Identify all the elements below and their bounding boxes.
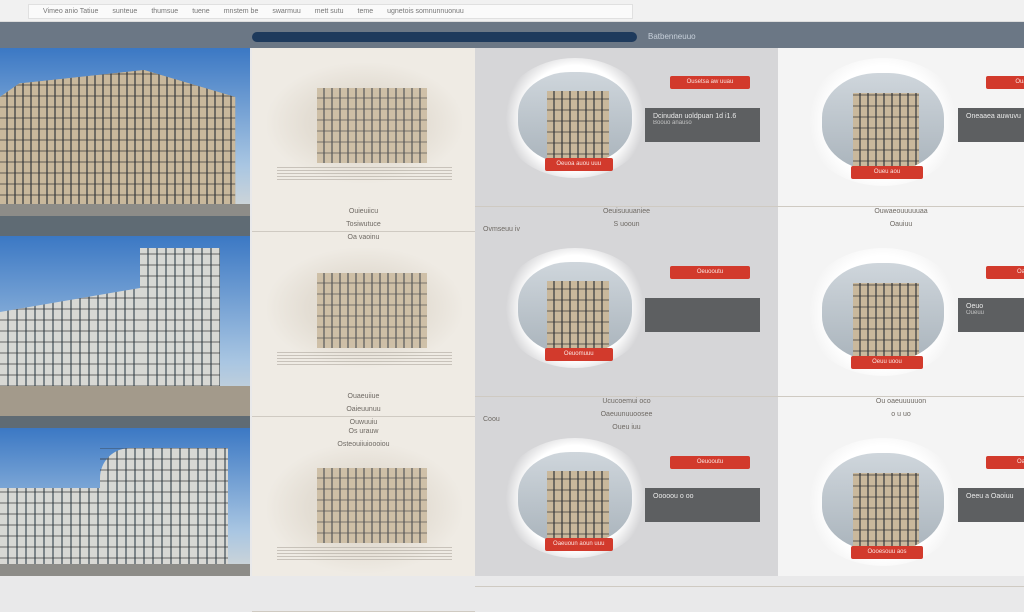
divider <box>475 586 778 587</box>
banner-title: Dcinudan uoldpuan 1d i1.6 <box>653 113 737 120</box>
banner-title: Oeuo <box>966 303 984 310</box>
caption: Os urauw <box>348 428 379 435</box>
building-icon <box>546 90 610 164</box>
listing-column-right: Ouaeuu Oneaaea auwuvu Oueu aou Ouwaeouuuuua… <box>778 48 1024 587</box>
info-banner[interactable]: Ooooou o oo <box>645 488 760 522</box>
tag-badge[interactable]: Oeuooutu <box>670 266 750 279</box>
info-banner[interactable]: Oeeu a Oaoiuu <box>958 488 1024 522</box>
building-icon <box>852 92 920 171</box>
progress-bar[interactable] <box>252 32 637 42</box>
building-photo[interactable] <box>0 428 250 576</box>
divider <box>252 231 475 232</box>
info-banner[interactable]: Dcinudan uoldpuan 1d i1.6 Boouo anauso <box>645 108 760 142</box>
caption: Oaieuunuu <box>346 406 381 413</box>
info-banner[interactable] <box>645 298 760 332</box>
photo-column <box>0 48 250 576</box>
tag-badge[interactable]: Oaeuu <box>986 456 1024 469</box>
price-badge[interactable]: Oeuu uoou <box>851 356 923 369</box>
side-label: Ovmseuu iv <box>483 226 520 233</box>
building-photo[interactable] <box>0 236 250 416</box>
divider <box>277 546 452 560</box>
divider <box>252 416 475 417</box>
menu-item[interactable]: swarmuu <box>272 8 300 15</box>
caption: Ucucoemui oco <box>602 398 651 405</box>
building-icon <box>317 273 427 348</box>
building-icon <box>317 88 427 163</box>
caption: Ouwaeouuuuuaa <box>874 208 928 215</box>
menu-item[interactable]: tuene <box>192 8 210 15</box>
price-badge[interactable]: Oeuomuuu <box>545 348 613 361</box>
building-photo[interactable] <box>0 48 250 216</box>
caption: Oueu iuu <box>612 424 641 431</box>
caption: Ouwuuiu <box>349 419 378 426</box>
image-frame <box>518 452 632 544</box>
tag-badge[interactable]: Ouaeuu <box>986 76 1024 89</box>
image-frame <box>518 72 632 164</box>
menu-item[interactable]: thumsue <box>151 8 178 15</box>
divider <box>475 206 778 207</box>
caption: Tosiwutuce <box>346 221 381 228</box>
image-frame <box>518 262 632 354</box>
banner-subtitle: Boouo anauso <box>653 120 692 126</box>
banner-title: Oeeu a Oaoiuu <box>966 493 1014 500</box>
building-icon <box>546 280 610 354</box>
caption: Oeuisuuuaniee <box>602 208 651 215</box>
divider <box>778 586 1024 587</box>
banner-title: Ooooou o oo <box>653 493 694 500</box>
price-badge[interactable]: Oooesouu aos <box>851 546 923 559</box>
tag-badge[interactable]: Ousetsa aw uuau <box>670 76 750 89</box>
menu-item[interactable]: mnstem be <box>224 8 259 15</box>
info-banner[interactable]: Oneaaea auwuvu <box>958 108 1024 142</box>
caption: Oauiuu <box>889 221 913 228</box>
price-badge[interactable]: Oaeuoun aoun uuu <box>545 538 613 551</box>
building-icon <box>852 472 920 551</box>
image-frame <box>822 73 944 171</box>
listing-column: Ousetsa aw uuau Dcinudan uoldpuan 1d i1.6… <box>475 48 778 587</box>
menu-item[interactable]: sunteue <box>112 8 137 15</box>
caption: Ou oaeuuuuuon <box>875 398 927 405</box>
caption: Osteouiiuioooiou <box>337 441 390 448</box>
browser-toolbar: Vimeo anio Tatiue sunteue thumsue tuene mnst… <box>0 0 1024 22</box>
divider <box>778 396 1024 397</box>
building-sketch[interactable] <box>267 248 462 368</box>
tag-badge[interactable]: Oaeuu <box>986 266 1024 279</box>
menu-item[interactable]: teme <box>358 8 374 15</box>
tag-badge[interactable]: Oeuooutu <box>670 456 750 469</box>
sketch-column: Ouieuiicu Tosiwutuce Oa vaoinu Ouaeuiiue Oai… <box>252 48 475 612</box>
caption: Ouieuiicu <box>348 208 379 215</box>
caption: Ouaeuiiue <box>347 393 380 400</box>
side-label: Coou <box>483 416 500 423</box>
building-icon <box>546 470 610 544</box>
menu-item[interactable]: mett sutu <box>315 8 344 15</box>
menu-item[interactable]: ugnetois somnunnuonuu <box>387 8 464 15</box>
divider <box>277 166 452 180</box>
nav-label[interactable]: Batbenneuuo <box>648 32 696 42</box>
building-sketch[interactable] <box>267 63 462 183</box>
banner-title: Oneaaea auwuvu <box>966 113 1021 120</box>
building-icon <box>317 468 427 543</box>
caption: Oa vaoinu <box>347 234 380 241</box>
building-icon <box>852 282 920 361</box>
info-banner[interactable]: Oeuo Oueuu <box>958 298 1024 332</box>
price-badge[interactable]: Oeuoa auou uuu <box>545 158 613 171</box>
menu-item[interactable]: Vimeo anio Tatiue <box>43 8 98 15</box>
banner-subtitle: Oueuu <box>966 310 985 316</box>
nav-bar: Batbenneuuo <box>0 22 1024 48</box>
caption: Oaeuunuuoosee <box>600 411 653 418</box>
caption: S uooun <box>613 221 640 228</box>
caption: o u uo <box>891 411 911 418</box>
divider <box>277 351 452 365</box>
price-badge[interactable]: Oueu aou <box>851 166 923 179</box>
image-frame <box>822 263 944 361</box>
divider <box>475 396 778 397</box>
divider <box>778 206 1024 207</box>
menu-bar: Vimeo anio Tatiue sunteue thumsue tuene mnst… <box>28 4 633 19</box>
image-frame <box>822 453 944 551</box>
